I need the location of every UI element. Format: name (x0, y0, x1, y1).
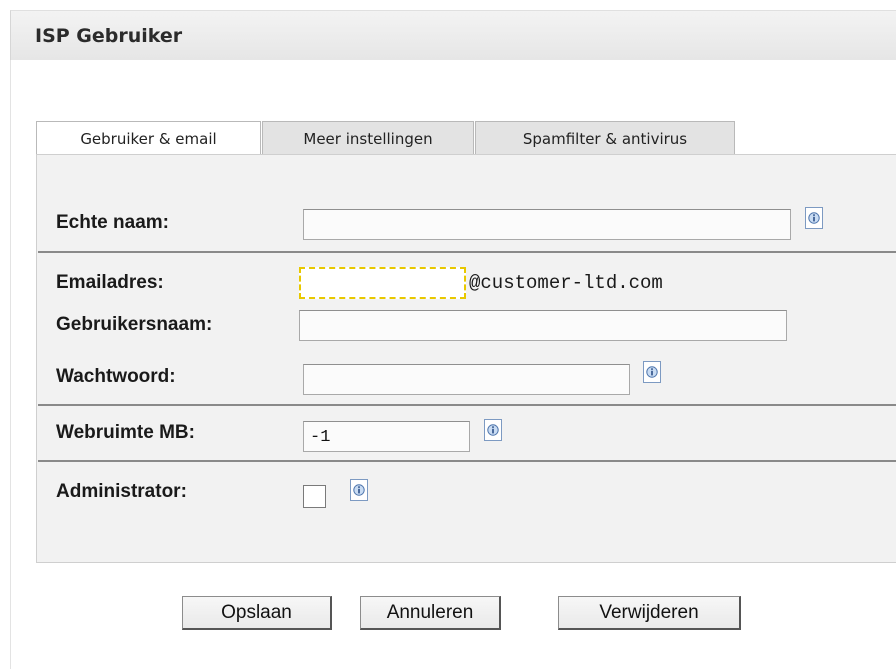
page-title: ISP Gebruiker (35, 25, 183, 47)
password-field[interactable] (303, 364, 630, 395)
panel-header: ISP Gebruiker (10, 10, 896, 60)
password-label: Wachtwoord: (56, 366, 176, 387)
panel-left-border (10, 60, 11, 669)
tab-meer-instellingen[interactable]: Meer instellingen (262, 121, 474, 154)
tab-gebruiker-email[interactable]: Gebruiker & email (36, 121, 261, 155)
real-name-label: Echte naam: (56, 212, 169, 233)
delete-button[interactable]: Verwijderen (558, 596, 741, 630)
email-label: Emailadres: (56, 272, 164, 293)
info-icon[interactable] (484, 419, 502, 441)
email-domain-suffix: @customer-ltd.com (469, 272, 663, 294)
administrator-checkbox[interactable] (303, 485, 326, 508)
info-icon[interactable] (350, 479, 368, 501)
cancel-button[interactable]: Annuleren (360, 596, 501, 630)
info-icon[interactable] (805, 207, 823, 229)
section-divider (38, 251, 896, 253)
real-name-field[interactable] (303, 209, 791, 240)
username-label: Gebruikersnaam: (56, 314, 213, 335)
section-divider (38, 404, 896, 406)
tab-spamfilter-antivirus[interactable]: Spamfilter & antivirus (475, 121, 735, 154)
username-field[interactable] (299, 310, 787, 341)
administrator-label: Administrator: (56, 481, 187, 502)
info-icon[interactable] (643, 361, 661, 383)
save-button[interactable]: Opslaan (182, 596, 332, 630)
section-divider (38, 460, 896, 462)
webspace-field[interactable]: -1 (303, 421, 470, 452)
webspace-label: Webruimte MB: (56, 422, 195, 443)
email-field[interactable] (299, 267, 466, 299)
